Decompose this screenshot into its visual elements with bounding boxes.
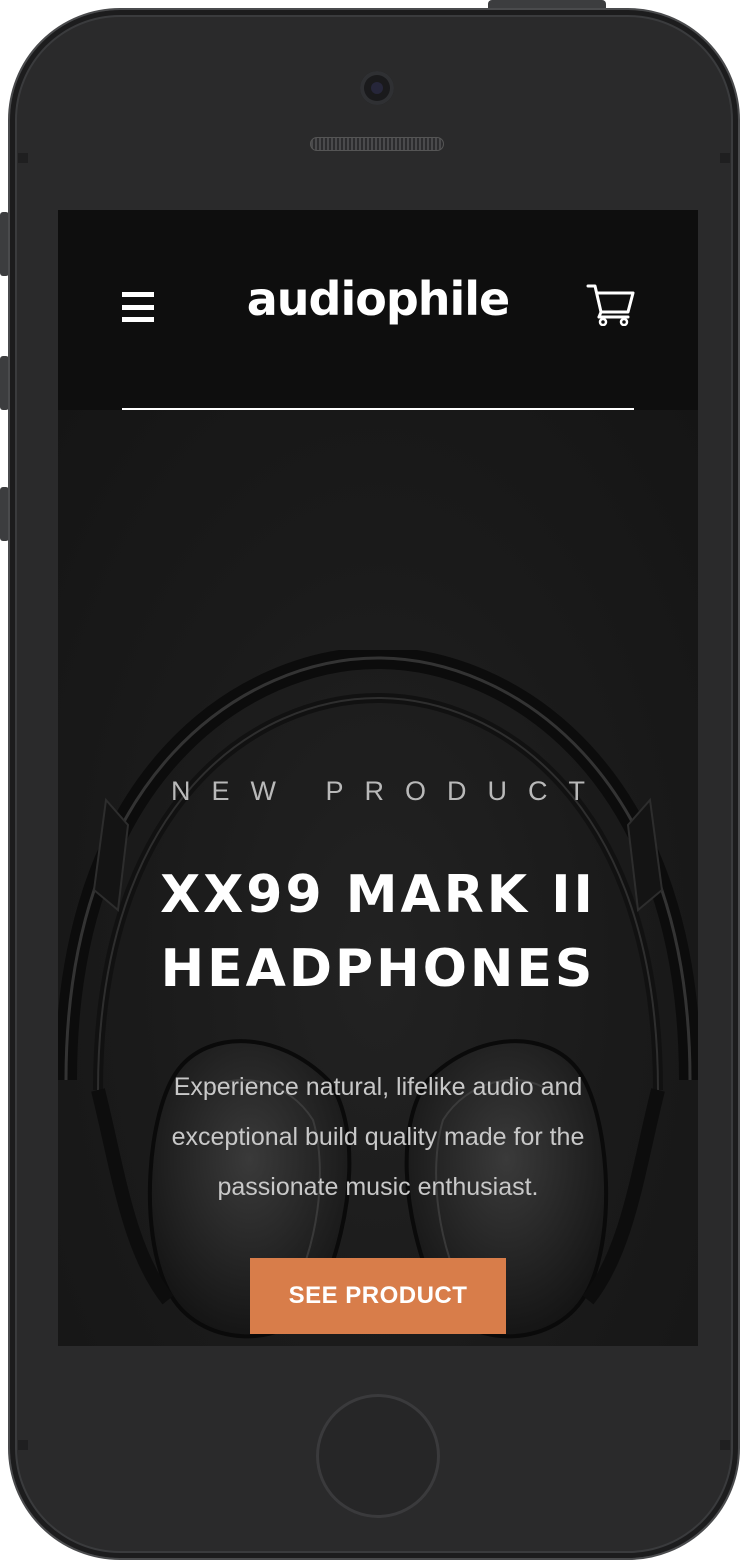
see-product-button[interactable]: SEE PRODUCT [250, 1258, 506, 1334]
hero-section: NEW PRODUCT XX99 MARK II HEADPHONES Expe… [58, 410, 698, 1346]
site-header: audiophile [58, 210, 698, 410]
antenna-band [18, 153, 28, 163]
hero-title-line-2: HEADPHONES [160, 939, 596, 999]
shopping-cart-icon[interactable] [586, 282, 636, 326]
hero-title: XX99 MARK II HEADPHONES [58, 858, 698, 1006]
hero-title-line-1: XX99 MARK II [160, 865, 596, 925]
home-button [316, 1394, 440, 1518]
earpiece-speaker [310, 137, 444, 151]
front-camera [360, 71, 394, 105]
hero-overline: NEW PRODUCT [171, 776, 606, 806]
phone-screen: audiophile NEW PRODUCT XX99 MARK II HEAD… [58, 210, 698, 1346]
antenna-band [720, 1440, 730, 1450]
antenna-band [720, 153, 730, 163]
antenna-band [18, 1440, 28, 1450]
hero-description: Experience natural, lifelike audio and e… [171, 1073, 585, 1201]
